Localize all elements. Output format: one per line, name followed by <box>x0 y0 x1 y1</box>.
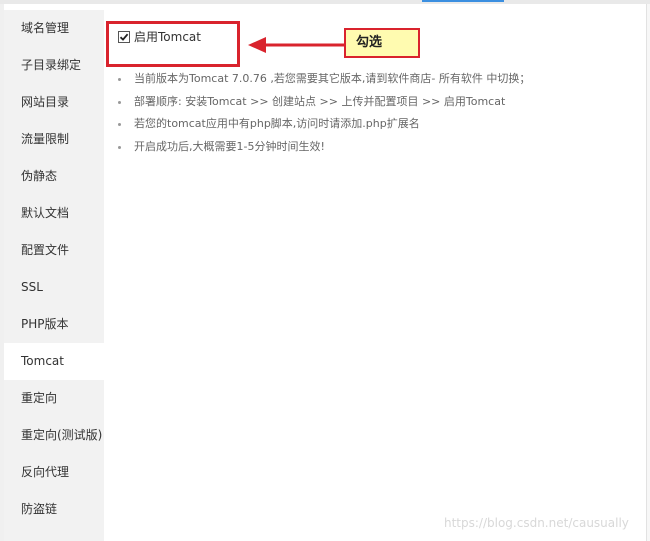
bullet-icon <box>118 78 121 81</box>
note-text: 开启成功后,大概需要1-5分钟时间生效! <box>134 139 325 153</box>
sidebar-item-ssl[interactable]: SSL <box>4 269 104 306</box>
sidebar-item-reverse-proxy[interactable]: 反向代理 <box>4 454 104 491</box>
note-item: 若您的tomcat应用中有php脚本,访问时请添加.php扩展名 <box>118 116 530 139</box>
bullet-icon <box>118 145 121 149</box>
note-text: 部署顺序: 安装Tomcat >> 创建站点 >> 上传并配置项目 >> 启用T… <box>134 94 506 108</box>
bullet-icon <box>118 123 121 126</box>
enable-tomcat-checkbox[interactable] <box>118 31 130 43</box>
sidebar-item-traffic-limit[interactable]: 流量限制 <box>4 121 104 158</box>
sidebar-item-site-directory[interactable]: 网站目录 <box>4 84 104 121</box>
window-top-bar <box>0 0 650 4</box>
sidebar-item-config-file[interactable]: 配置文件 <box>4 232 104 269</box>
note-item: 当前版本为Tomcat 7.0.76 ,若您需要其它版本,请到软件商店- 所有软… <box>118 71 530 94</box>
sidebar-item-tomcat[interactable]: Tomcat <box>4 343 104 380</box>
check-icon <box>119 33 129 41</box>
tomcat-notes: 当前版本为Tomcat 7.0.76 ,若您需要其它版本,请到软件商店- 所有软… <box>118 71 530 161</box>
sidebar-item-hotlink-protection[interactable]: 防盗链 <box>4 491 104 528</box>
note-text: 若您的tomcat应用中有php脚本,访问时请添加.php扩展名 <box>134 117 420 130</box>
note-item: 部署顺序: 安装Tomcat >> 创建站点 >> 上传并配置项目 >> 启用T… <box>118 94 530 117</box>
sidebar-item-php-version[interactable]: PHP版本 <box>4 306 104 343</box>
sidebar-item-default-doc[interactable]: 默认文档 <box>4 195 104 232</box>
callout-label: 勾选 <box>344 28 420 58</box>
right-scroll-edge <box>646 4 650 541</box>
sidebar-item-subdirectory[interactable]: 子目录绑定 <box>4 47 104 84</box>
sidebar-item-redirect[interactable]: 重定向 <box>4 380 104 417</box>
sidebar-item-domain[interactable]: 域名管理 <box>4 10 104 47</box>
site-settings-sidebar: 域名管理 子目录绑定 网站目录 流量限制 伪静态 默认文档 配置文件 SSL P… <box>4 10 104 541</box>
sidebar-item-redirect-beta[interactable]: 重定向(测试版) <box>4 417 104 454</box>
note-text: 当前版本为Tomcat 7.0.76 ,若您需要其它版本,请到软件商店- 所有软… <box>134 72 531 85</box>
active-tab-indicator <box>422 0 504 2</box>
enable-tomcat-label[interactable]: 启用Tomcat <box>134 29 201 45</box>
sidebar-item-rewrite[interactable]: 伪静态 <box>4 158 104 195</box>
watermark: https://blog.csdn.net/causually <box>444 516 629 530</box>
note-item: 开启成功后,大概需要1-5分钟时间生效! <box>118 139 530 162</box>
bullet-icon <box>118 100 121 104</box>
